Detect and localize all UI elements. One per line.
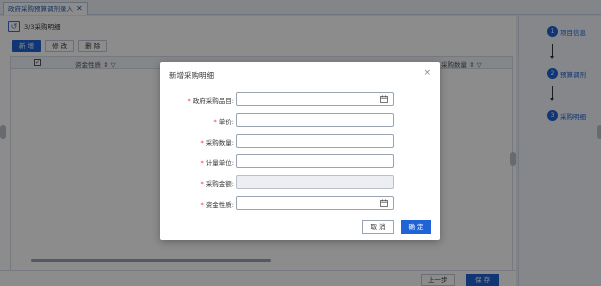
required-mark: *: [200, 139, 204, 147]
field-label: * 采购金额:: [200, 180, 234, 188]
quantity-input[interactable]: [236, 134, 394, 148]
procurement-item-input[interactable]: [236, 92, 394, 106]
field-label: * 计量单位:: [200, 159, 234, 167]
field-label: * 资金性质:: [200, 201, 234, 209]
required-mark: *: [200, 201, 204, 209]
field-label: * 采购数量:: [200, 139, 234, 147]
field-row-amount: * 采购金额:: [160, 175, 440, 189]
close-icon[interactable]: ×: [423, 68, 431, 78]
cancel-button[interactable]: 取 消: [362, 220, 394, 234]
field-row-procurement-item: * 政府采购品目:: [160, 92, 440, 106]
field-row-fund-nature: * 资金性质:: [160, 196, 440, 210]
confirm-button[interactable]: 确 定: [401, 220, 431, 234]
field-label: * 政府采购品目:: [187, 97, 234, 105]
required-mark: *: [213, 118, 217, 126]
required-mark: *: [187, 97, 191, 105]
field-row-quantity: * 采购数量:: [160, 134, 440, 148]
unit-input[interactable]: [236, 154, 394, 168]
add-detail-dialog: 新增采购明细 × * 政府采购品目: * 单价: * 采购数量: * 计量单位: * 采购…: [160, 62, 440, 240]
field-row-unit-price: * 单价:: [160, 113, 440, 127]
dialog-title: 新增采购明细: [169, 71, 214, 80]
field-label: * 单价:: [213, 118, 234, 126]
calendar-picker-icon[interactable]: [380, 95, 388, 103]
calendar-picker-icon[interactable]: [380, 199, 388, 207]
required-mark: *: [200, 159, 204, 167]
amount-input: [236, 175, 394, 189]
field-row-unit: * 计量单位:: [160, 154, 440, 168]
unit-price-input[interactable]: [236, 113, 394, 127]
fund-nature-input[interactable]: [236, 196, 394, 210]
required-mark: *: [200, 180, 204, 188]
